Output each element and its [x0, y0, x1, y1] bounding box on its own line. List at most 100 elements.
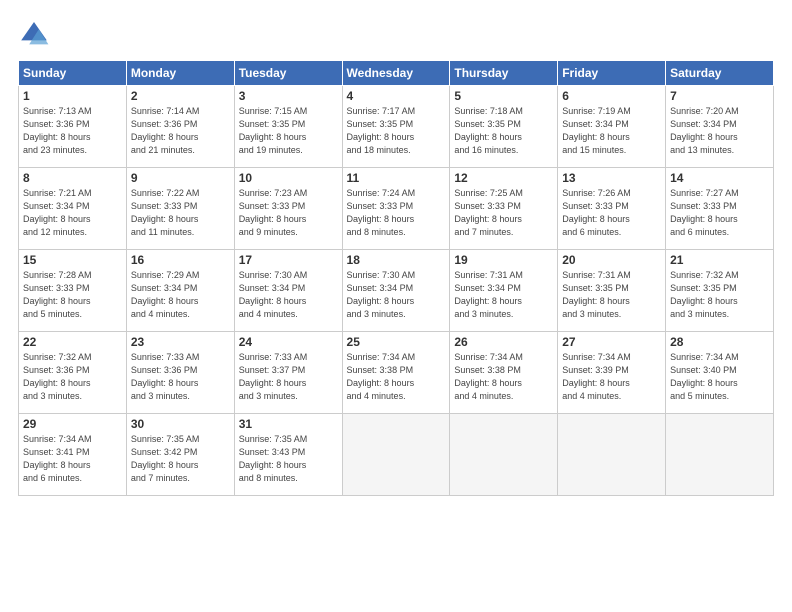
day-info: Sunrise: 7:26 AMSunset: 3:33 PMDaylight:…	[562, 187, 661, 239]
weekday-header-row: SundayMondayTuesdayWednesdayThursdayFrid…	[19, 61, 774, 86]
day-number: 19	[454, 253, 553, 267]
day-info: Sunrise: 7:34 AMSunset: 3:38 PMDaylight:…	[347, 351, 446, 403]
day-info: Sunrise: 7:13 AMSunset: 3:36 PMDaylight:…	[23, 105, 122, 157]
day-info: Sunrise: 7:31 AMSunset: 3:34 PMDaylight:…	[454, 269, 553, 321]
weekday-header-monday: Monday	[126, 61, 234, 86]
day-info: Sunrise: 7:15 AMSunset: 3:35 PMDaylight:…	[239, 105, 338, 157]
calendar-cell: 14 Sunrise: 7:27 AMSunset: 3:33 PMDayligh…	[666, 168, 774, 250]
day-number: 31	[239, 417, 338, 431]
day-number: 14	[670, 171, 769, 185]
day-info: Sunrise: 7:18 AMSunset: 3:35 PMDaylight:…	[454, 105, 553, 157]
weekday-header-wednesday: Wednesday	[342, 61, 450, 86]
calendar-cell: 20 Sunrise: 7:31 AMSunset: 3:35 PMDayligh…	[558, 250, 666, 332]
day-number: 17	[239, 253, 338, 267]
logo-icon	[18, 18, 50, 50]
day-info: Sunrise: 7:28 AMSunset: 3:33 PMDaylight:…	[23, 269, 122, 321]
calendar-cell	[342, 414, 450, 496]
day-info: Sunrise: 7:27 AMSunset: 3:33 PMDaylight:…	[670, 187, 769, 239]
calendar-cell: 17 Sunrise: 7:30 AMSunset: 3:34 PMDayligh…	[234, 250, 342, 332]
calendar-cell: 22 Sunrise: 7:32 AMSunset: 3:36 PMDayligh…	[19, 332, 127, 414]
calendar-cell: 2 Sunrise: 7:14 AMSunset: 3:36 PMDaylight…	[126, 86, 234, 168]
calendar-cell: 1 Sunrise: 7:13 AMSunset: 3:36 PMDaylight…	[19, 86, 127, 168]
day-number: 6	[562, 89, 661, 103]
calendar-cell: 21Sunrise: 7:32 AMSunset: 3:35 PMDayligh…	[666, 250, 774, 332]
day-number: 28	[670, 335, 769, 349]
day-number: 10	[239, 171, 338, 185]
week-row-5: 29Sunrise: 7:34 AMSunset: 3:41 PMDayligh…	[19, 414, 774, 496]
calendar-cell: 8 Sunrise: 7:21 AMSunset: 3:34 PMDaylight…	[19, 168, 127, 250]
day-info: Sunrise: 7:30 AMSunset: 3:34 PMDaylight:…	[239, 269, 338, 321]
calendar-cell: 7Sunrise: 7:20 AMSunset: 3:34 PMDaylight…	[666, 86, 774, 168]
week-row-1: 1 Sunrise: 7:13 AMSunset: 3:36 PMDaylight…	[19, 86, 774, 168]
day-info: Sunrise: 7:14 AMSunset: 3:36 PMDaylight:…	[131, 105, 230, 157]
day-info: Sunrise: 7:29 AMSunset: 3:34 PMDaylight:…	[131, 269, 230, 321]
day-number: 7	[670, 89, 769, 103]
calendar-cell: 10 Sunrise: 7:23 AMSunset: 3:33 PMDayligh…	[234, 168, 342, 250]
day-number: 12	[454, 171, 553, 185]
day-number: 22	[23, 335, 122, 349]
day-info: Sunrise: 7:32 AMSunset: 3:36 PMDaylight:…	[23, 351, 122, 403]
day-info: Sunrise: 7:34 AMSunset: 3:41 PMDaylight:…	[23, 433, 122, 485]
day-number: 9	[131, 171, 230, 185]
day-info: Sunrise: 7:21 AMSunset: 3:34 PMDaylight:…	[23, 187, 122, 239]
day-number: 1	[23, 89, 122, 103]
week-row-3: 15 Sunrise: 7:28 AMSunset: 3:33 PMDayligh…	[19, 250, 774, 332]
day-info: Sunrise: 7:34 AMSunset: 3:40 PMDaylight:…	[670, 351, 769, 403]
day-number: 25	[347, 335, 446, 349]
calendar-cell: 26 Sunrise: 7:34 AMSunset: 3:38 PMDayligh…	[450, 332, 558, 414]
day-number: 8	[23, 171, 122, 185]
weekday-header-friday: Friday	[558, 61, 666, 86]
calendar-cell: 11 Sunrise: 7:24 AMSunset: 3:33 PMDayligh…	[342, 168, 450, 250]
calendar-cell	[450, 414, 558, 496]
day-info: Sunrise: 7:23 AMSunset: 3:33 PMDaylight:…	[239, 187, 338, 239]
calendar-table: SundayMondayTuesdayWednesdayThursdayFrid…	[18, 60, 774, 496]
weekday-header-saturday: Saturday	[666, 61, 774, 86]
calendar-cell: 25 Sunrise: 7:34 AMSunset: 3:38 PMDayligh…	[342, 332, 450, 414]
week-row-4: 22 Sunrise: 7:32 AMSunset: 3:36 PMDayligh…	[19, 332, 774, 414]
calendar-cell: 9Sunrise: 7:22 AMSunset: 3:33 PMDaylight…	[126, 168, 234, 250]
day-number: 30	[131, 417, 230, 431]
day-info: Sunrise: 7:33 AMSunset: 3:36 PMDaylight:…	[131, 351, 230, 403]
calendar-cell: 18Sunrise: 7:30 AMSunset: 3:34 PMDayligh…	[342, 250, 450, 332]
day-info: Sunrise: 7:32 AMSunset: 3:35 PMDaylight:…	[670, 269, 769, 321]
calendar-cell: 3Sunrise: 7:15 AMSunset: 3:35 PMDaylight…	[234, 86, 342, 168]
calendar-cell: 13 Sunrise: 7:26 AMSunset: 3:33 PMDayligh…	[558, 168, 666, 250]
day-info: Sunrise: 7:25 AMSunset: 3:33 PMDaylight:…	[454, 187, 553, 239]
weekday-header-thursday: Thursday	[450, 61, 558, 86]
day-number: 13	[562, 171, 661, 185]
day-info: Sunrise: 7:19 AMSunset: 3:34 PMDaylight:…	[562, 105, 661, 157]
day-info: Sunrise: 7:34 AMSunset: 3:38 PMDaylight:…	[454, 351, 553, 403]
calendar-cell: 4Sunrise: 7:17 AMSunset: 3:35 PMDaylight…	[342, 86, 450, 168]
day-number: 26	[454, 335, 553, 349]
day-number: 27	[562, 335, 661, 349]
calendar-cell: 23 Sunrise: 7:33 AMSunset: 3:36 PMDayligh…	[126, 332, 234, 414]
calendar-cell: 6 Sunrise: 7:19 AMSunset: 3:34 PMDaylight…	[558, 86, 666, 168]
calendar-cell: 27 Sunrise: 7:34 AMSunset: 3:39 PMDayligh…	[558, 332, 666, 414]
weekday-header-sunday: Sunday	[19, 61, 127, 86]
day-number: 20	[562, 253, 661, 267]
day-info: Sunrise: 7:17 AMSunset: 3:35 PMDaylight:…	[347, 105, 446, 157]
calendar-cell: 30 Sunrise: 7:35 AMSunset: 3:42 PMDayligh…	[126, 414, 234, 496]
calendar-cell: 5Sunrise: 7:18 AMSunset: 3:35 PMDaylight…	[450, 86, 558, 168]
calendar-cell: 29Sunrise: 7:34 AMSunset: 3:41 PMDayligh…	[19, 414, 127, 496]
day-info: Sunrise: 7:35 AMSunset: 3:43 PMDaylight:…	[239, 433, 338, 485]
day-number: 18	[347, 253, 446, 267]
day-info: Sunrise: 7:24 AMSunset: 3:33 PMDaylight:…	[347, 187, 446, 239]
calendar-cell: 19 Sunrise: 7:31 AMSunset: 3:34 PMDayligh…	[450, 250, 558, 332]
calendar-cell: 12 Sunrise: 7:25 AMSunset: 3:33 PMDayligh…	[450, 168, 558, 250]
day-number: 15	[23, 253, 122, 267]
weekday-header-tuesday: Tuesday	[234, 61, 342, 86]
day-number: 24	[239, 335, 338, 349]
calendar-cell: 16Sunrise: 7:29 AMSunset: 3:34 PMDayligh…	[126, 250, 234, 332]
calendar-cell: 15 Sunrise: 7:28 AMSunset: 3:33 PMDayligh…	[19, 250, 127, 332]
calendar-cell: 31 Sunrise: 7:35 AMSunset: 3:43 PMDayligh…	[234, 414, 342, 496]
day-number: 23	[131, 335, 230, 349]
day-info: Sunrise: 7:34 AMSunset: 3:39 PMDaylight:…	[562, 351, 661, 403]
calendar-cell	[558, 414, 666, 496]
day-info: Sunrise: 7:33 AMSunset: 3:37 PMDaylight:…	[239, 351, 338, 403]
day-info: Sunrise: 7:35 AMSunset: 3:42 PMDaylight:…	[131, 433, 230, 485]
day-number: 11	[347, 171, 446, 185]
day-number: 2	[131, 89, 230, 103]
logo	[18, 18, 54, 50]
day-info: Sunrise: 7:31 AMSunset: 3:35 PMDaylight:…	[562, 269, 661, 321]
